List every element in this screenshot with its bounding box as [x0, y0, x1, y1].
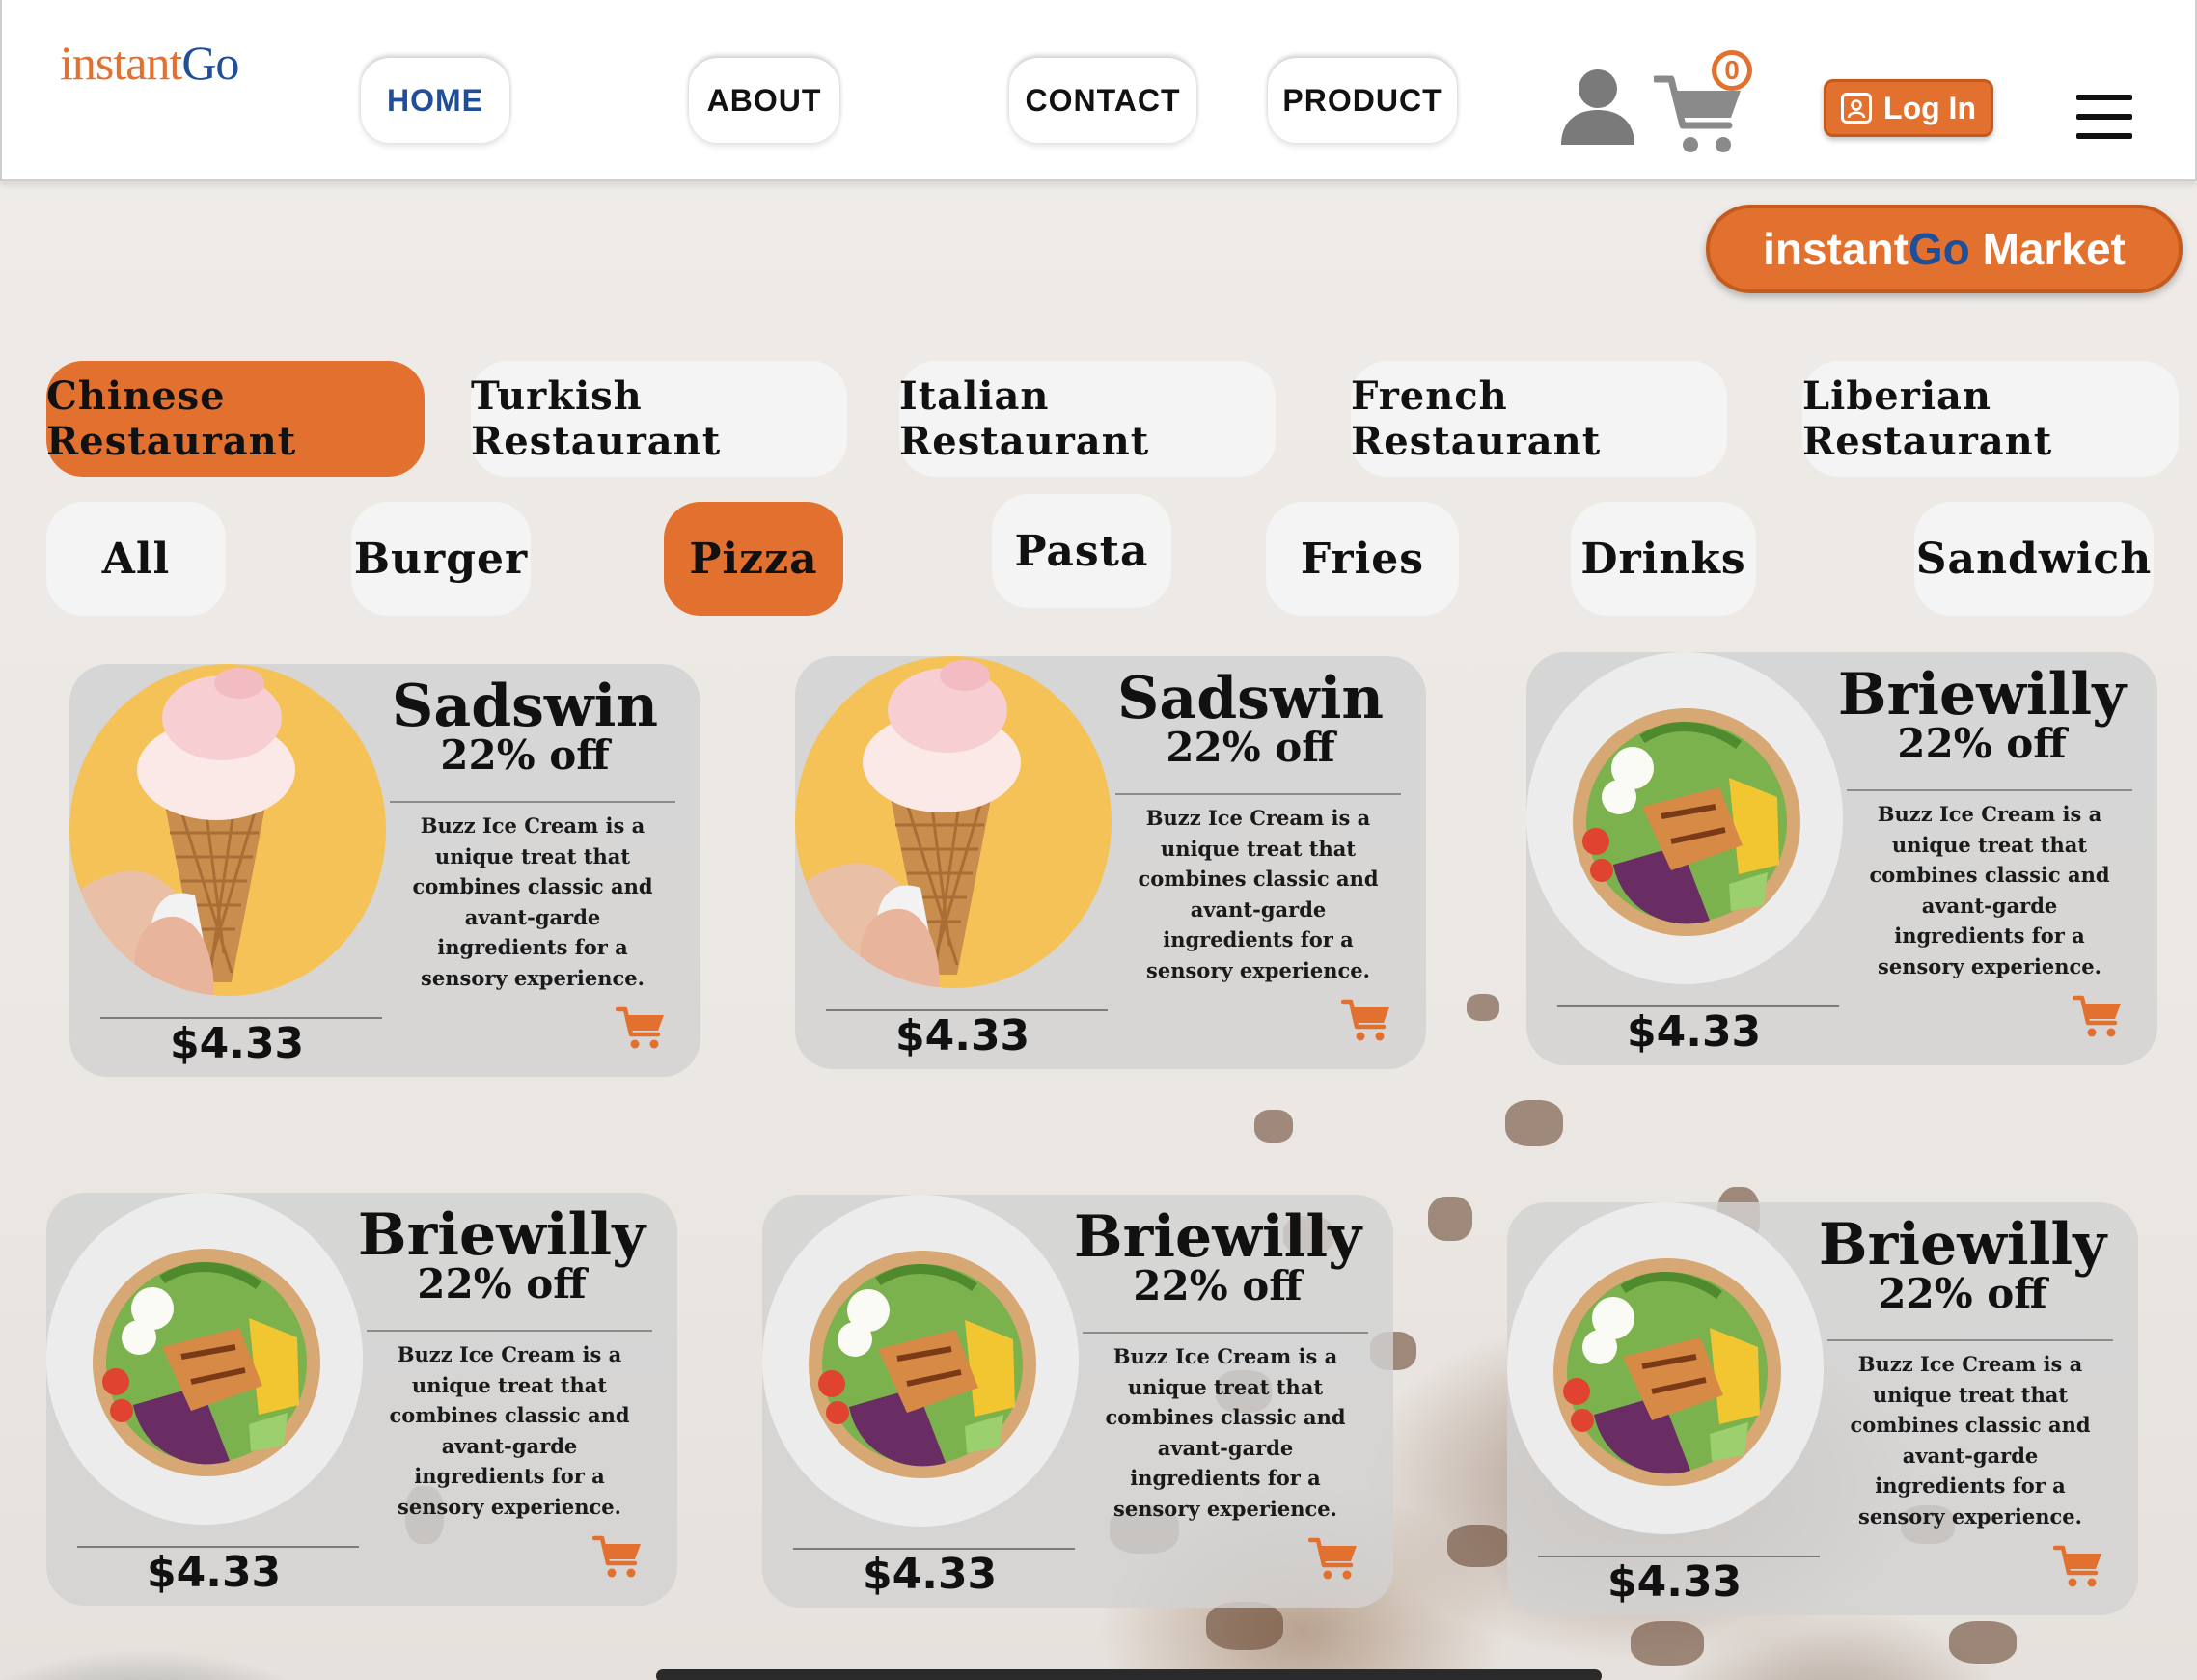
product-description: Buzz Ice Cream is a unique treat that co… [389, 1342, 630, 1519]
add-to-cart-icon[interactable] [2072, 992, 2123, 1038]
product-card[interactable]: Briewilly 22% off Buzz Ice Cream is a un… [1507, 1202, 2138, 1615]
add-to-cart-icon[interactable] [1340, 996, 1391, 1042]
product-card[interactable]: Briewilly 22% off Buzz Ice Cream is a un… [762, 1195, 1393, 1608]
login-label: Log In [1883, 90, 1976, 125]
product-card[interactable]: Sadswin 22% off Buzz Ice Cream is a uniq… [795, 656, 1426, 1069]
product-price: $4.33 [1627, 1007, 1762, 1057]
salad-bowl-image [762, 1195, 1079, 1527]
category-tab-pizza[interactable]: Pizza [664, 502, 843, 616]
cart-count-badge: 0 [1712, 50, 1752, 91]
product-discount: 22% off [1897, 720, 2067, 767]
product-price: $4.33 [863, 1550, 998, 1599]
login-button[interactable]: Log In [1824, 79, 1993, 137]
product-description: Buzz Ice Cream is a unique treat that co… [1105, 1344, 1346, 1521]
product-name: Sadswin [391, 673, 658, 740]
product-name: Briewilly [1073, 1203, 1362, 1271]
hamburger-menu-icon[interactable] [2076, 95, 2132, 143]
category-tab-pasta[interactable]: Pasta [992, 494, 1171, 608]
restaurant-tab-liberian[interactable]: Liberian Restaurant [1802, 361, 2179, 477]
divider [390, 801, 675, 803]
divider [1827, 1339, 2113, 1341]
product-discount: 22% off [417, 1260, 587, 1308]
nav-contact-button[interactable]: CONTACT [1009, 58, 1196, 143]
product-discount: 22% off [1133, 1262, 1303, 1309]
divider [1115, 793, 1401, 795]
nav-home-button[interactable]: HOME [361, 58, 509, 143]
add-to-cart-icon[interactable] [1307, 1534, 1359, 1581]
category-tab-drinks[interactable]: Drinks [1571, 502, 1756, 616]
category-tab-sandwich[interactable]: Sandwich [1914, 502, 2154, 616]
nav-product-button[interactable]: PRODUCT [1268, 58, 1457, 143]
top-navigation-bar: instantGo HOME ABOUT CONTACT PRODUCT 0 L… [0, 0, 2197, 181]
product-name: Sadswin [1116, 665, 1384, 732]
product-description: Buzz Ice Cream is a unique treat that co… [412, 813, 653, 990]
brand-logo[interactable]: instantGo [60, 35, 239, 91]
product-discount: 22% off [440, 731, 610, 779]
product-price: $4.33 [170, 1019, 305, 1068]
product-card[interactable]: Briewilly 22% off Buzz Ice Cream is a un… [46, 1193, 677, 1606]
restaurant-tab-chinese[interactable]: Chinese Restaurant [46, 361, 425, 477]
divider [1847, 789, 2132, 791]
category-tab-fries[interactable]: Fries [1266, 502, 1459, 616]
salad-bowl-image [46, 1193, 363, 1525]
product-description: Buzz Ice Cream is a unique treat that co… [1869, 802, 2110, 978]
category-tab-all[interactable]: All [46, 502, 226, 616]
add-to-cart-icon[interactable] [2052, 1542, 2103, 1588]
product-price: $4.33 [147, 1548, 282, 1597]
product-description: Buzz Ice Cream is a unique treat that co… [1138, 806, 1379, 982]
nav-about-button[interactable]: ABOUT [689, 58, 839, 143]
login-icon [1841, 93, 1873, 124]
category-tab-burger[interactable]: Burger [351, 502, 531, 616]
salad-bowl-image [1526, 652, 1843, 984]
product-name: Briewilly [357, 1201, 646, 1269]
divider [367, 1330, 652, 1332]
product-description: Buzz Ice Cream is a unique treat that co… [1850, 1352, 2091, 1529]
product-discount: 22% off [1166, 724, 1335, 771]
instantgo-market-button[interactable]: instant Go Market [1706, 205, 2183, 293]
ice-cream-image [69, 664, 386, 996]
restaurant-tab-italian[interactable]: Italian Restaurant [899, 361, 1276, 477]
product-name: Briewilly [1818, 1211, 2107, 1279]
user-icon[interactable] [1557, 64, 1638, 145]
product-discount: 22% off [1878, 1270, 2047, 1317]
add-to-cart-icon[interactable] [591, 1532, 643, 1579]
ice-cream-image [795, 656, 1112, 988]
restaurant-tab-french[interactable]: French Restaurant [1351, 361, 1727, 477]
salad-bowl-image [1507, 1202, 1824, 1534]
restaurant-tab-turkish[interactable]: Turkish Restaurant [471, 361, 847, 477]
divider [1083, 1332, 1368, 1334]
product-card[interactable]: Briewilly 22% off Buzz Ice Cream is a un… [1526, 652, 2157, 1065]
bottom-scroll-bar[interactable] [656, 1669, 1602, 1680]
product-price: $4.33 [1607, 1557, 1743, 1607]
product-name: Briewilly [1837, 661, 2127, 729]
add-to-cart-icon[interactable] [615, 1004, 666, 1050]
product-card[interactable]: Sadswin 22% off Buzz Ice Cream is a uniq… [69, 664, 700, 1077]
product-price: $4.33 [895, 1011, 1030, 1060]
